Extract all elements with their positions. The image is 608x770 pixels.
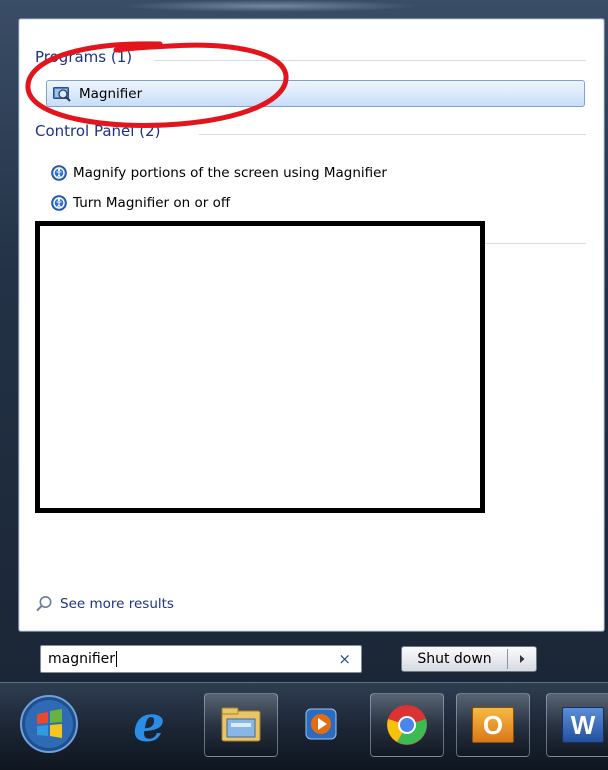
start-button[interactable] <box>14 693 84 755</box>
programs-divider <box>154 60 586 61</box>
start-orb-icon <box>20 695 78 753</box>
word-icon: W <box>562 707 604 743</box>
outlook-icon-letter: O <box>482 709 504 740</box>
taskbar-windows-explorer[interactable] <box>204 693 278 757</box>
start-menu-results-panel: Programs (1) Magnifier Control Panel (2) <box>18 18 605 632</box>
programs-header: Programs (1) <box>35 48 133 66</box>
text-caret <box>116 651 118 667</box>
shutdown-button-group: Shut down <box>401 646 537 672</box>
control-panel-item-label: Turn Magnifier on or off <box>73 195 231 211</box>
control-panel-item-magnify-portions[interactable]: Magnify portions of the screen using Mag… <box>51 162 387 184</box>
search-input-text: magnifier <box>48 651 116 667</box>
program-item-magnifier[interactable]: Magnifier <box>46 80 585 107</box>
start-search-input[interactable]: magnifier × <box>40 645 362 673</box>
shutdown-button[interactable]: Shut down <box>402 651 507 667</box>
ease-of-access-icon <box>51 165 67 181</box>
see-more-results-link[interactable]: See more results <box>35 595 174 613</box>
program-item-label: Magnifier <box>79 85 143 102</box>
control-panel-header: Control Panel (2) <box>35 122 161 140</box>
taskbar-word[interactable]: W <box>546 693 608 757</box>
chevron-right-icon <box>520 655 525 663</box>
taskbar-chrome[interactable] <box>370 693 444 757</box>
ease-of-access-icon <box>51 195 67 211</box>
taskbar: e O W <box>0 682 608 770</box>
control-panel-divider <box>199 134 586 135</box>
search-icon <box>36 596 52 612</box>
windows-explorer-icon <box>221 707 261 742</box>
start-menu: Programs (1) Magnifier Control Panel (2) <box>0 0 608 682</box>
outlook-icon: O <box>472 707 514 743</box>
taskbar-internet-explorer[interactable]: e <box>113 693 185 755</box>
shutdown-options-button[interactable] <box>508 654 536 664</box>
control-panel-item-turn-magnifier[interactable]: Turn Magnifier on or off <box>51 192 230 214</box>
chrome-icon <box>387 705 427 745</box>
magnifier-app-icon <box>53 86 71 102</box>
media-player-icon <box>305 708 337 740</box>
results-divider <box>479 243 586 244</box>
redacted-region <box>35 221 485 513</box>
word-icon-letter: W <box>570 709 596 740</box>
clear-search-button[interactable]: × <box>338 650 351 668</box>
taskbar-outlook[interactable]: O <box>456 693 530 757</box>
see-more-results-label: See more results <box>60 596 174 612</box>
control-panel-item-label: Magnify portions of the screen using Mag… <box>73 165 387 181</box>
internet-explorer-icon: e <box>133 694 165 753</box>
taskbar-media-player[interactable] <box>285 693 357 755</box>
